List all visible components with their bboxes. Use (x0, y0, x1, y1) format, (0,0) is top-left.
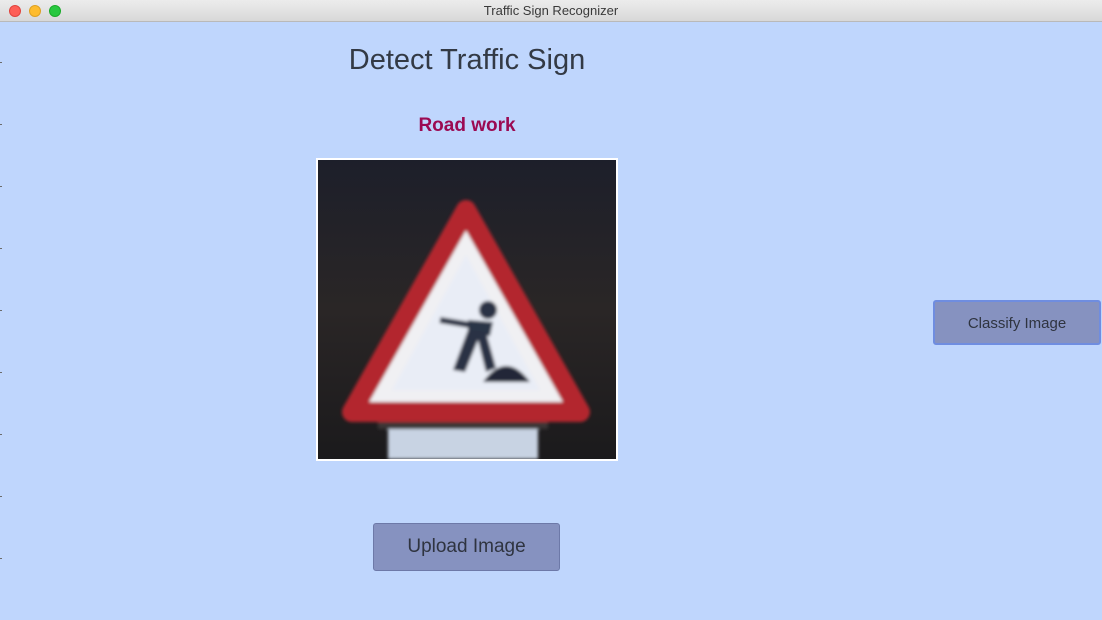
title-bar: Traffic Sign Recognizer (0, 0, 1102, 22)
uploaded-image (316, 158, 618, 461)
window-edge (0, 22, 2, 620)
app-window: Traffic Sign Recognizer Detect Traffic S… (0, 0, 1102, 620)
upload-image-button[interactable]: Upload Image (373, 523, 560, 571)
prediction-label: Road work (418, 115, 516, 136)
page-title: Detect Traffic Sign (348, 44, 586, 76)
classify-image-button[interactable]: Classify Image (933, 300, 1101, 345)
traffic-sign-image (318, 160, 616, 459)
window-title: Traffic Sign Recognizer (483, 3, 619, 18)
